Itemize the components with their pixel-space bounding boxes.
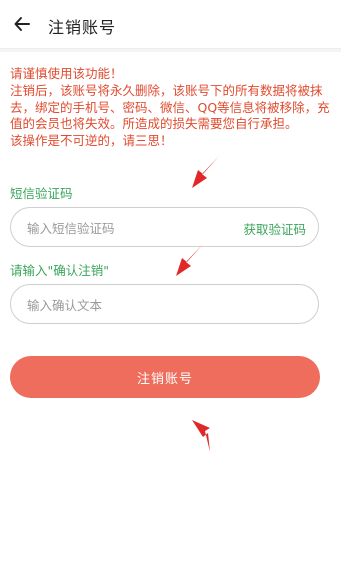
warning-line-2: 注销后，该账号将永久删除，该账号下的所有数据将被抹去，绑定的手机号、密码、微信、… [10, 82, 330, 132]
arrow-left-icon [14, 17, 30, 31]
app-header: 注销账号 [0, 0, 341, 49]
annotation-arrow-icon [192, 420, 210, 452]
get-code-button[interactable]: 获取验证码 [243, 219, 306, 238]
confirm-text-field [10, 284, 319, 325]
sms-code-field: 获取验证码 [10, 207, 319, 248]
back-button[interactable] [10, 12, 34, 36]
annotation-arrow-icon [192, 156, 219, 188]
confirm-text-input[interactable] [25, 285, 229, 325]
cancel-account-button[interactable]: 注销账号 [10, 356, 320, 398]
sms-code-label: 短信验证码 [10, 186, 73, 201]
confirm-text-label: 请输入"确认注销" [10, 263, 109, 278]
warning-text: 请谨慎使用该功能！ 注销后，该账号将永久删除，该账号下的所有数据将被抹去，绑定的… [10, 66, 332, 150]
page-title: 注销账号 [48, 18, 117, 37]
warning-line-3: 该操作是不可逆的，请三思！ [10, 133, 173, 149]
warning-line-1: 请谨慎使用该功能！ [10, 66, 123, 81]
annotation-arrow-icon [176, 244, 203, 276]
